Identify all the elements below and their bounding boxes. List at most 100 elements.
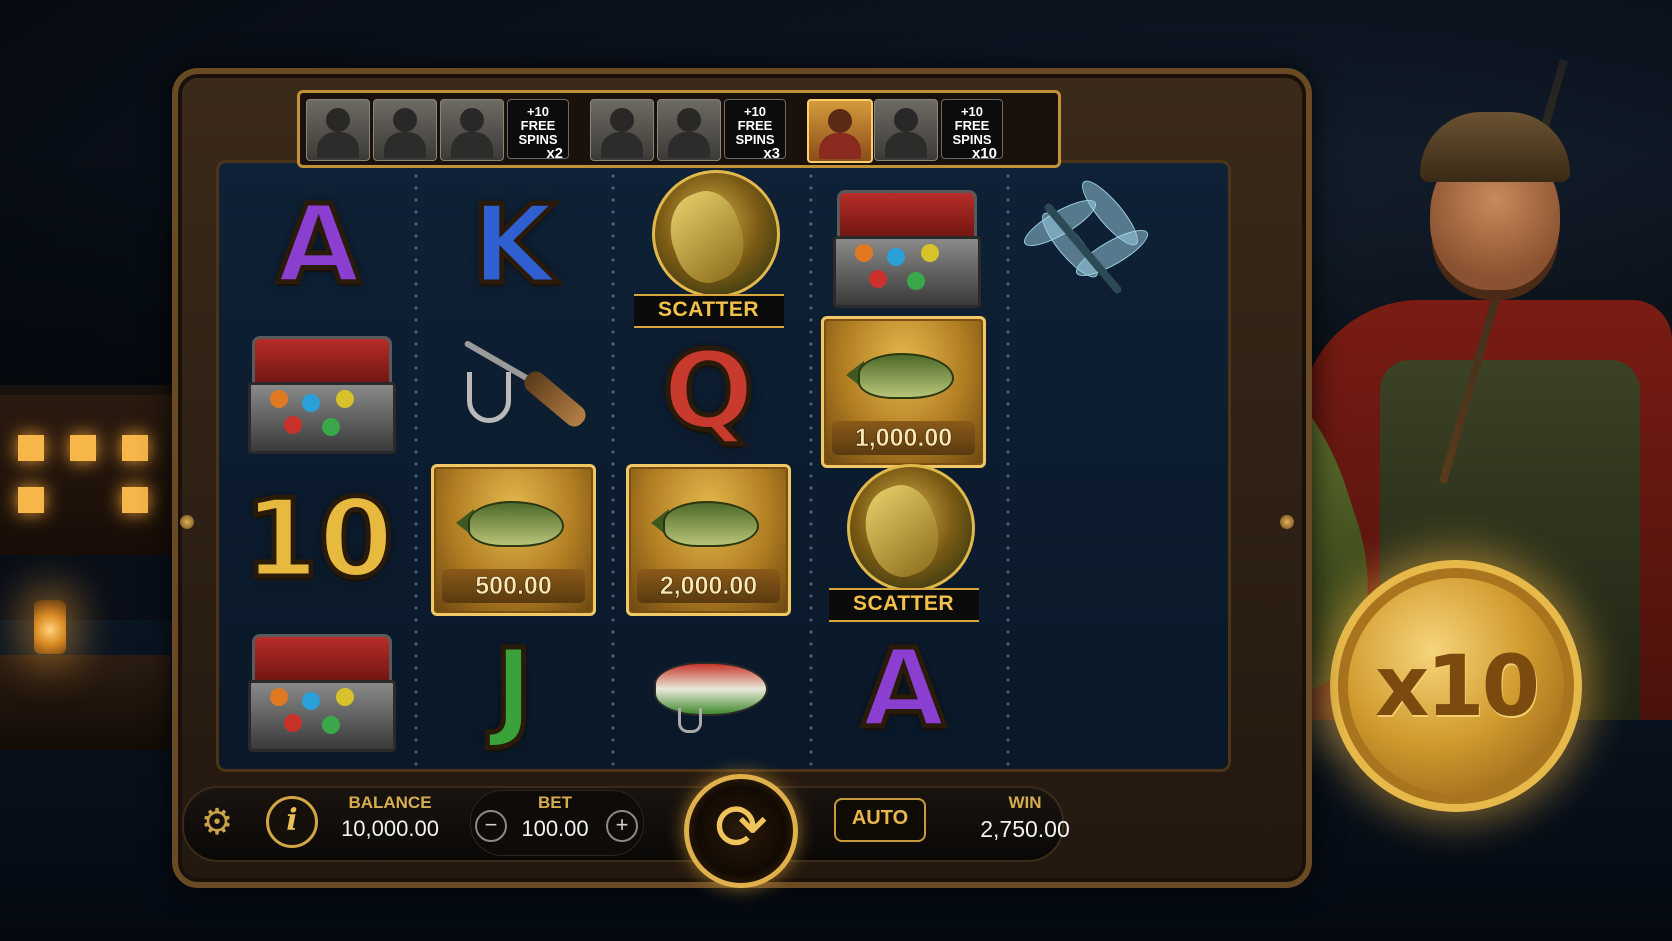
reel-symbol: SCATTER [821,464,986,622]
win-value: 2,750.00 [980,816,1070,842]
reel-symbol: K [431,172,596,320]
cabin-window [122,435,148,461]
progress-cell-bonus: +10 FREE SPINS x2 [507,99,569,162]
fisherman-portrait-body [819,133,861,159]
tackle-box-icon [244,332,396,454]
fish-icon [468,501,564,547]
fisherman-portrait-icon [894,108,918,132]
fishing-hook-icon [439,332,590,452]
reel-symbol: Q [626,318,791,466]
cabin [0,385,175,555]
bet-increase-button[interactable]: + [606,810,638,842]
reel-symbol: A [236,172,401,320]
fisherman-portrait-icon [326,108,350,132]
fisherman-portrait-body [317,132,359,158]
game-scene: x10 +10 FREE SPINS x2 +10 FREE SPINS x3 +10 FRE… [0,0,1672,941]
reel-symbol [821,172,986,320]
progress-cell-face [874,99,938,161]
bonus-multiplier: x2 [546,145,563,162]
spin-button[interactable]: ⟳ [684,774,798,888]
tackle-box-icon [829,186,981,308]
info-icon[interactable]: i [266,796,318,848]
letter-symbol: 10 [241,477,396,602]
free-spins-progress-bar: +10 FREE SPINS x2 +10 FREE SPINS x3 +10 FREE SPI… [297,90,1061,168]
fisherman-portrait-body [451,132,493,158]
cabin-window [70,435,96,461]
fishing-lure-icon [634,640,784,740]
bet-decrease-button[interactable]: − [475,810,507,842]
reel-symbol [626,616,791,764]
reel-symbol [236,616,401,764]
fisherman-portrait-body [885,132,927,158]
reel-symbol [431,318,596,466]
cash-value: 500.00 [442,569,585,603]
reel-divider [806,170,816,768]
fisherman-portrait-icon [828,109,852,133]
progress-cell-face [373,99,437,161]
fisherman-portrait-body [668,132,710,158]
progress-cell-bonus: +10 FREE SPINS x3 [724,99,786,162]
bonus-multiplier: x10 [971,145,997,162]
letter-symbol: Q [660,329,757,454]
progress-cell-active [807,99,873,163]
fisherman-portrait-body [384,132,426,158]
progress-cell-bonus: +10 FREE SPINS x10 [941,99,1003,162]
letter-symbol: A [274,183,363,308]
bet-value: 100.00 [521,816,589,841]
frame-rivet [1280,515,1294,529]
bonus-multiplier: x3 [763,145,780,162]
reel-divider [411,170,421,768]
cabin-window [122,487,148,513]
dock [0,655,170,750]
reel-symbol: 500.00 [431,464,596,616]
dragonfly-icon [1009,173,1159,311]
balance-label: BALANCE [348,793,432,812]
fisherman-portrait-icon [610,108,634,132]
auto-button[interactable]: AUTO [834,798,926,842]
win-label: WIN [1008,793,1042,812]
balance-value: 10,000.00 [341,816,439,841]
bonus-line: FREE [737,118,773,133]
lantern [34,600,66,654]
multiplier-coin-text: x10 [1374,637,1540,735]
cash-fish-symbol: 2,000.00 [626,464,791,616]
bonus-line: FREE [954,118,990,133]
fish-icon [858,353,954,399]
letter-symbol: K [469,183,558,308]
reel-symbol: A [821,616,986,764]
bet-label: BET [538,793,572,812]
reel-symbol: 10 [236,466,401,614]
letter-symbol: A [859,627,948,752]
fish-icon [663,501,759,547]
letter-symbol: J [491,627,536,752]
bonus-line: FREE [520,118,556,133]
cash-value: 2,000.00 [637,569,780,603]
tackle-box-icon [244,630,396,752]
reels: A 10 K 500.00 J SCATTER Q 2,000.00 1,000.00 SCATT… [226,170,1221,768]
reel-symbol: 1,000.00 [821,316,986,468]
reel-symbol [1001,172,1166,320]
progress-cell-face [306,99,370,161]
reel-symbol [236,318,401,466]
reel-symbol: J [431,616,596,764]
cabin-window [18,435,44,461]
progress-cell-face [590,99,654,161]
reel-symbol: SCATTER [626,170,791,328]
reel-divider [608,170,618,768]
frame-rivet [180,515,194,529]
fisherman-portrait-body [601,132,643,158]
bonus-line: +10 [526,104,550,119]
cash-value: 1,000.00 [832,421,975,455]
bonus-line: +10 [743,104,767,119]
fisherman-portrait-icon [460,108,484,132]
scatter-symbol: SCATTER [633,166,784,328]
progress-cell-face [657,99,721,161]
gear-icon[interactable]: ⚙ [198,803,236,841]
bonus-line: +10 [960,104,984,119]
progress-cell-face [440,99,504,161]
reel-symbol: 2,000.00 [626,464,791,616]
cabin-window [18,487,44,513]
cash-fish-symbol: 500.00 [431,464,596,616]
fisherman-portrait-icon [393,108,417,132]
cash-fish-symbol: 1,000.00 [821,316,986,468]
